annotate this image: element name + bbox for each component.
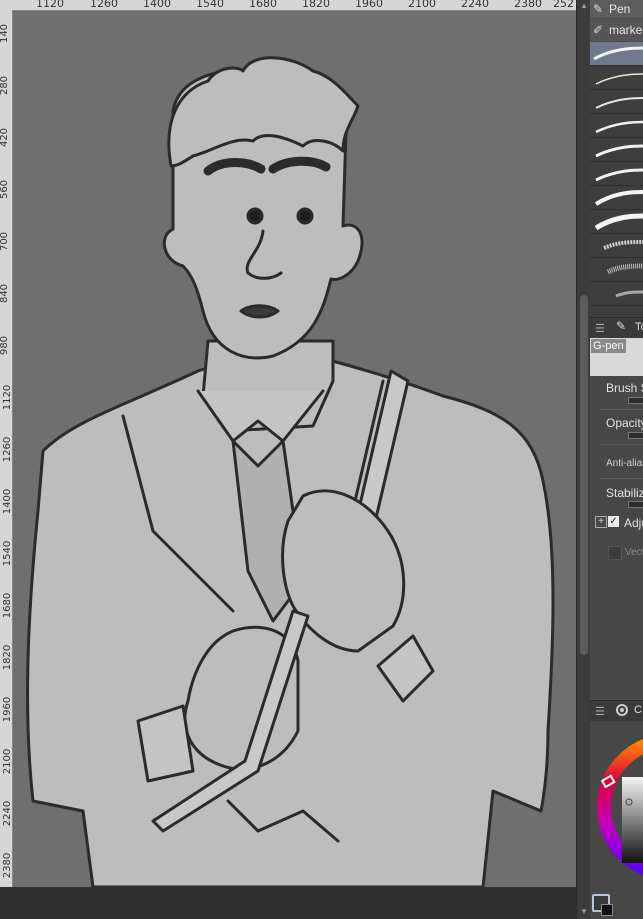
ruler-tick: 1260 bbox=[2, 436, 13, 463]
ruler-tick: 700 bbox=[0, 231, 11, 252]
ruler-tick: 2380 bbox=[2, 852, 13, 879]
divider bbox=[600, 409, 643, 410]
scroll-up-icon[interactable]: ▲ bbox=[579, 1, 589, 11]
brush-size-slider[interactable] bbox=[628, 397, 643, 404]
ruler-tick: 1960 bbox=[2, 696, 13, 723]
subtool-preview: G-pen bbox=[590, 338, 643, 376]
brush-item[interactable] bbox=[590, 138, 643, 162]
color-wheel-icon bbox=[616, 704, 628, 716]
canvas-vertical-scrollbar[interactable]: ▲ ▼ bbox=[576, 0, 591, 919]
horizontal-ruler: 1120 1260 1400 1540 1680 1820 1960 2100 … bbox=[0, 0, 590, 11]
character-sketch bbox=[26, 56, 555, 887]
ruler-tick: 140 bbox=[0, 23, 11, 44]
color-wheel-panel bbox=[590, 721, 643, 919]
adjust-label: Adju bbox=[624, 516, 643, 530]
ruler-tick: 1400 bbox=[143, 0, 171, 10]
ruler-tick: 1540 bbox=[196, 0, 224, 10]
tab-tool-property[interactable]: To bbox=[635, 321, 643, 333]
anti-alias-label: Anti-alias bbox=[606, 458, 643, 469]
drawing-canvas[interactable] bbox=[13, 11, 576, 887]
tab-pen-label: Pen bbox=[609, 2, 631, 16]
ruler-tick: 2240 bbox=[2, 800, 13, 827]
ruler-tick: 252 bbox=[553, 0, 574, 10]
brush-item[interactable] bbox=[590, 90, 643, 114]
canvas-bottom-bar bbox=[0, 887, 576, 919]
ruler-tick: 280 bbox=[0, 75, 11, 96]
opacity-slider[interactable] bbox=[628, 432, 643, 439]
brush-item[interactable] bbox=[590, 234, 643, 258]
vector-label: Vecto bbox=[625, 547, 643, 558]
saturation-square bbox=[622, 777, 643, 863]
ruler-tick: 1260 bbox=[90, 0, 118, 10]
pen-icon: ✎ bbox=[593, 2, 604, 16]
ruler-tick: 1960 bbox=[355, 0, 383, 10]
ruler-tick: 1820 bbox=[2, 644, 13, 671]
ruler-tick: 2240 bbox=[461, 0, 489, 10]
scroll-down-icon[interactable]: ▼ bbox=[579, 907, 589, 917]
menu-icon[interactable]: ☰ bbox=[595, 705, 605, 718]
tab-pen[interactable]: ✎ Pen bbox=[590, 0, 643, 18]
divider bbox=[600, 444, 643, 445]
ruler-tick: 840 bbox=[0, 283, 11, 304]
ruler-tick: 1120 bbox=[2, 384, 13, 411]
adjust-checkbox[interactable]: ✓ bbox=[608, 516, 619, 527]
ruler-tick: 1120 bbox=[36, 0, 64, 10]
brush-item[interactable] bbox=[590, 282, 643, 306]
brush-size-label: Brush S bbox=[606, 381, 643, 395]
ruler-tick: 1540 bbox=[2, 540, 13, 567]
vector-checkbox[interactable] bbox=[608, 546, 622, 560]
right-eye bbox=[296, 207, 314, 225]
left-eye bbox=[246, 207, 264, 225]
ruler-tick: 420 bbox=[0, 127, 11, 148]
brush-item[interactable] bbox=[590, 42, 643, 66]
ruler-tick: 1680 bbox=[2, 592, 13, 619]
ruler-tick: 1400 bbox=[2, 488, 13, 515]
tab-marker[interactable]: ✐ marke bbox=[590, 19, 643, 41]
marker-icon: ✐ bbox=[593, 23, 604, 37]
ruler-tick: 2100 bbox=[2, 748, 13, 775]
color-wheel[interactable] bbox=[590, 721, 643, 919]
brush-item[interactable] bbox=[590, 66, 643, 90]
tool-property-header: ☰ ✎ To bbox=[590, 317, 643, 339]
mouth bbox=[239, 304, 280, 319]
stabilization-label: Stabiliza bbox=[606, 486, 643, 500]
ruler-tick: 2380 bbox=[514, 0, 542, 10]
ruler-tick: 560 bbox=[0, 179, 11, 200]
brush-item[interactable] bbox=[590, 114, 643, 138]
left-cuff bbox=[136, 704, 195, 783]
color-wheel-header: ☰ C bbox=[590, 700, 643, 722]
menu-icon[interactable]: ☰ bbox=[595, 322, 605, 335]
brush-item[interactable] bbox=[590, 210, 643, 234]
vertical-ruler: 140 280 420 560 700 840 980 1120 1260 14… bbox=[0, 10, 13, 900]
expand-icon[interactable]: + bbox=[595, 516, 607, 528]
stabilization-slider[interactable] bbox=[628, 501, 643, 508]
tab-marker-label: marke bbox=[609, 23, 643, 37]
tab-color-wheel[interactable]: C bbox=[634, 704, 642, 716]
opacity-label: Opacity bbox=[606, 416, 643, 430]
brush-list[interactable] bbox=[590, 42, 643, 317]
scrollbar-thumb[interactable] bbox=[580, 295, 588, 655]
ruler-tick: 2100 bbox=[408, 0, 436, 10]
tool-property-icon: ✎ bbox=[616, 319, 627, 333]
sub-color-swatch[interactable] bbox=[601, 904, 613, 916]
brush-item[interactable] bbox=[590, 186, 643, 210]
divider bbox=[600, 478, 643, 479]
subtool-name: G-pen bbox=[591, 339, 626, 353]
ruler-tick: 1820 bbox=[302, 0, 330, 10]
right-panel: ✎ Pen ✐ marke ☰ ✎ To G-pen Brush S Opacity… bbox=[590, 0, 643, 919]
ruler-tick: 980 bbox=[0, 335, 11, 356]
ruler-tick: 1680 bbox=[249, 0, 277, 10]
brush-item[interactable] bbox=[590, 162, 643, 186]
brush-item[interactable] bbox=[590, 258, 643, 282]
tool-property-panel: G-pen Brush S Opacity Anti-alias Stabili… bbox=[590, 338, 643, 698]
